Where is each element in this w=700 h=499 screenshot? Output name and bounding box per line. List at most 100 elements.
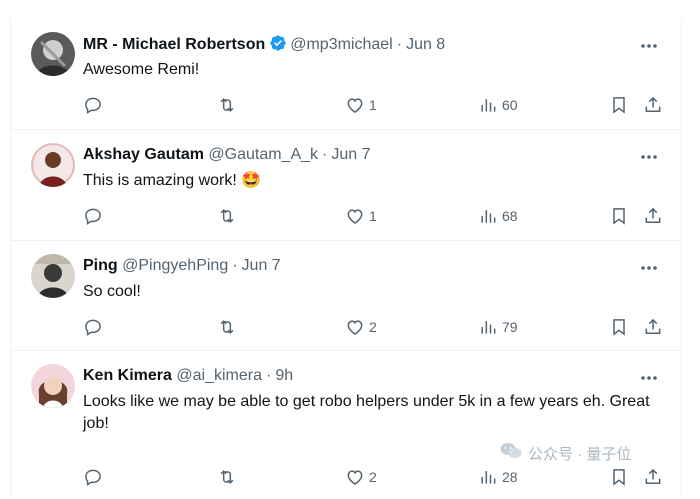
bookmark-button[interactable] <box>609 205 629 227</box>
handle[interactable]: @Gautam_A_k <box>208 146 318 163</box>
avatar[interactable] <box>31 143 75 187</box>
bookmark-button[interactable] <box>609 94 629 116</box>
like-button[interactable]: 2 <box>345 316 377 338</box>
more-icon[interactable] <box>639 258 659 278</box>
like-count: 1 <box>369 208 377 224</box>
views-icon <box>478 206 498 226</box>
reply-text: This is amazing work! 🤩 <box>83 172 262 189</box>
handle[interactable]: @ai_kimera <box>176 367 262 384</box>
reply-icon <box>83 206 103 226</box>
views-icon <box>478 317 498 337</box>
view-count: 68 <box>502 208 518 224</box>
more-icon[interactable] <box>639 36 659 56</box>
like-button[interactable]: 1 <box>345 205 377 227</box>
timestamp[interactable]: Jun 7 <box>242 257 281 274</box>
timestamp[interactable]: Jun 8 <box>406 36 445 53</box>
watermark-text: 公众号 · 量子位 <box>528 445 632 463</box>
separator: · <box>396 36 403 53</box>
reply-button[interactable] <box>83 316 103 338</box>
share-icon <box>643 206 663 226</box>
reply-header: Akshay Gautam @Gautam_A_k · Jun 7 <box>83 145 370 165</box>
views-button[interactable]: 68 <box>478 205 518 227</box>
retweet-icon <box>216 95 238 115</box>
views-button[interactable]: 28 <box>478 466 518 488</box>
views-button[interactable]: 79 <box>478 316 518 338</box>
share-icon <box>643 317 663 337</box>
reply-text: Looks like we may be able to get robo he… <box>83 393 650 432</box>
reply-card[interactable]: MR - Michael Robertson @mp3michael · Jun 8 … <box>11 18 681 130</box>
separator: · <box>265 367 272 384</box>
like-button[interactable]: 2 <box>345 466 377 488</box>
reply-header: MR - Michael Robertson @mp3michael · Jun 8 <box>83 34 445 54</box>
action-bar: 2 79 <box>83 316 673 338</box>
display-name[interactable]: MR - Michael Robertson <box>83 36 265 53</box>
replies-timeline: MR - Michael Robertson @mp3michael · Jun 8 … <box>10 18 682 496</box>
reply-card[interactable]: Ken Kimera @ai_kimera · 9h Looks like we m… <box>11 350 681 496</box>
bookmark-button[interactable] <box>609 316 629 338</box>
display-name[interactable]: Ken Kimera <box>83 367 172 384</box>
verified-icon <box>269 34 287 58</box>
reply-text: Awesome Remi! <box>83 61 200 78</box>
avatar[interactable] <box>31 32 75 76</box>
bookmark-button[interactable] <box>609 466 629 488</box>
bookmark-icon <box>609 206 629 226</box>
share-icon <box>643 467 663 487</box>
reply-header: Ken Kimera @ai_kimera · 9h <box>83 366 293 386</box>
share-button[interactable] <box>643 466 663 488</box>
retweet-button[interactable] <box>216 466 238 488</box>
retweet-button[interactable] <box>216 316 238 338</box>
handle[interactable]: @mp3michael <box>290 36 393 53</box>
bookmark-icon <box>609 95 629 115</box>
action-bar: 1 60 <box>83 94 673 116</box>
share-button[interactable] <box>643 205 663 227</box>
display-name[interactable]: Ping <box>83 257 118 274</box>
retweet-button[interactable] <box>216 205 238 227</box>
reply-card[interactable]: Akshay Gautam @Gautam_A_k · Jun 7 This is … <box>11 129 681 241</box>
reply-icon <box>83 95 103 115</box>
views-button[interactable]: 60 <box>478 94 518 116</box>
more-icon[interactable] <box>639 147 659 167</box>
views-icon <box>478 467 498 487</box>
like-icon <box>345 206 365 226</box>
like-icon <box>345 467 365 487</box>
like-count: 2 <box>369 469 377 485</box>
bookmark-icon <box>609 467 629 487</box>
like-icon <box>345 95 365 115</box>
like-button[interactable]: 1 <box>345 94 377 116</box>
reply-icon <box>83 467 103 487</box>
reply-button[interactable] <box>83 466 103 488</box>
action-bar: 1 68 <box>83 205 673 227</box>
retweet-icon <box>216 206 238 226</box>
bookmark-icon <box>609 317 629 337</box>
share-button[interactable] <box>643 316 663 338</box>
reply-text: So cool! <box>83 283 141 300</box>
reply-icon <box>83 317 103 337</box>
separator: · <box>322 146 328 163</box>
view-count: 60 <box>502 97 518 113</box>
share-button[interactable] <box>643 94 663 116</box>
reply-button[interactable] <box>83 205 103 227</box>
separator: · <box>232 257 238 274</box>
watermark: 公众号 · 量子位 <box>500 441 631 465</box>
views-icon <box>478 95 498 115</box>
reply-button[interactable] <box>83 94 103 116</box>
reply-header: Ping @PingyehPing · Jun 7 <box>83 256 281 276</box>
timestamp[interactable]: 9h <box>275 367 293 384</box>
action-bar: 2 28 <box>83 466 673 488</box>
retweet-icon <box>216 317 238 337</box>
handle[interactable]: @PingyehPing <box>122 257 228 274</box>
display-name[interactable]: Akshay Gautam <box>83 146 204 163</box>
like-icon <box>345 317 365 337</box>
view-count: 28 <box>502 469 518 485</box>
like-count: 1 <box>369 97 377 113</box>
reply-card[interactable]: Ping @PingyehPing · Jun 7 So cool! 2 79 <box>11 240 681 351</box>
more-icon[interactable] <box>639 368 659 388</box>
view-count: 79 <box>502 319 518 335</box>
like-count: 2 <box>369 319 377 335</box>
timestamp[interactable]: Jun 7 <box>331 146 370 163</box>
share-icon <box>643 95 663 115</box>
avatar[interactable] <box>31 254 75 298</box>
retweet-button[interactable] <box>216 94 238 116</box>
wechat-icon <box>500 442 522 464</box>
avatar[interactable] <box>31 364 75 408</box>
